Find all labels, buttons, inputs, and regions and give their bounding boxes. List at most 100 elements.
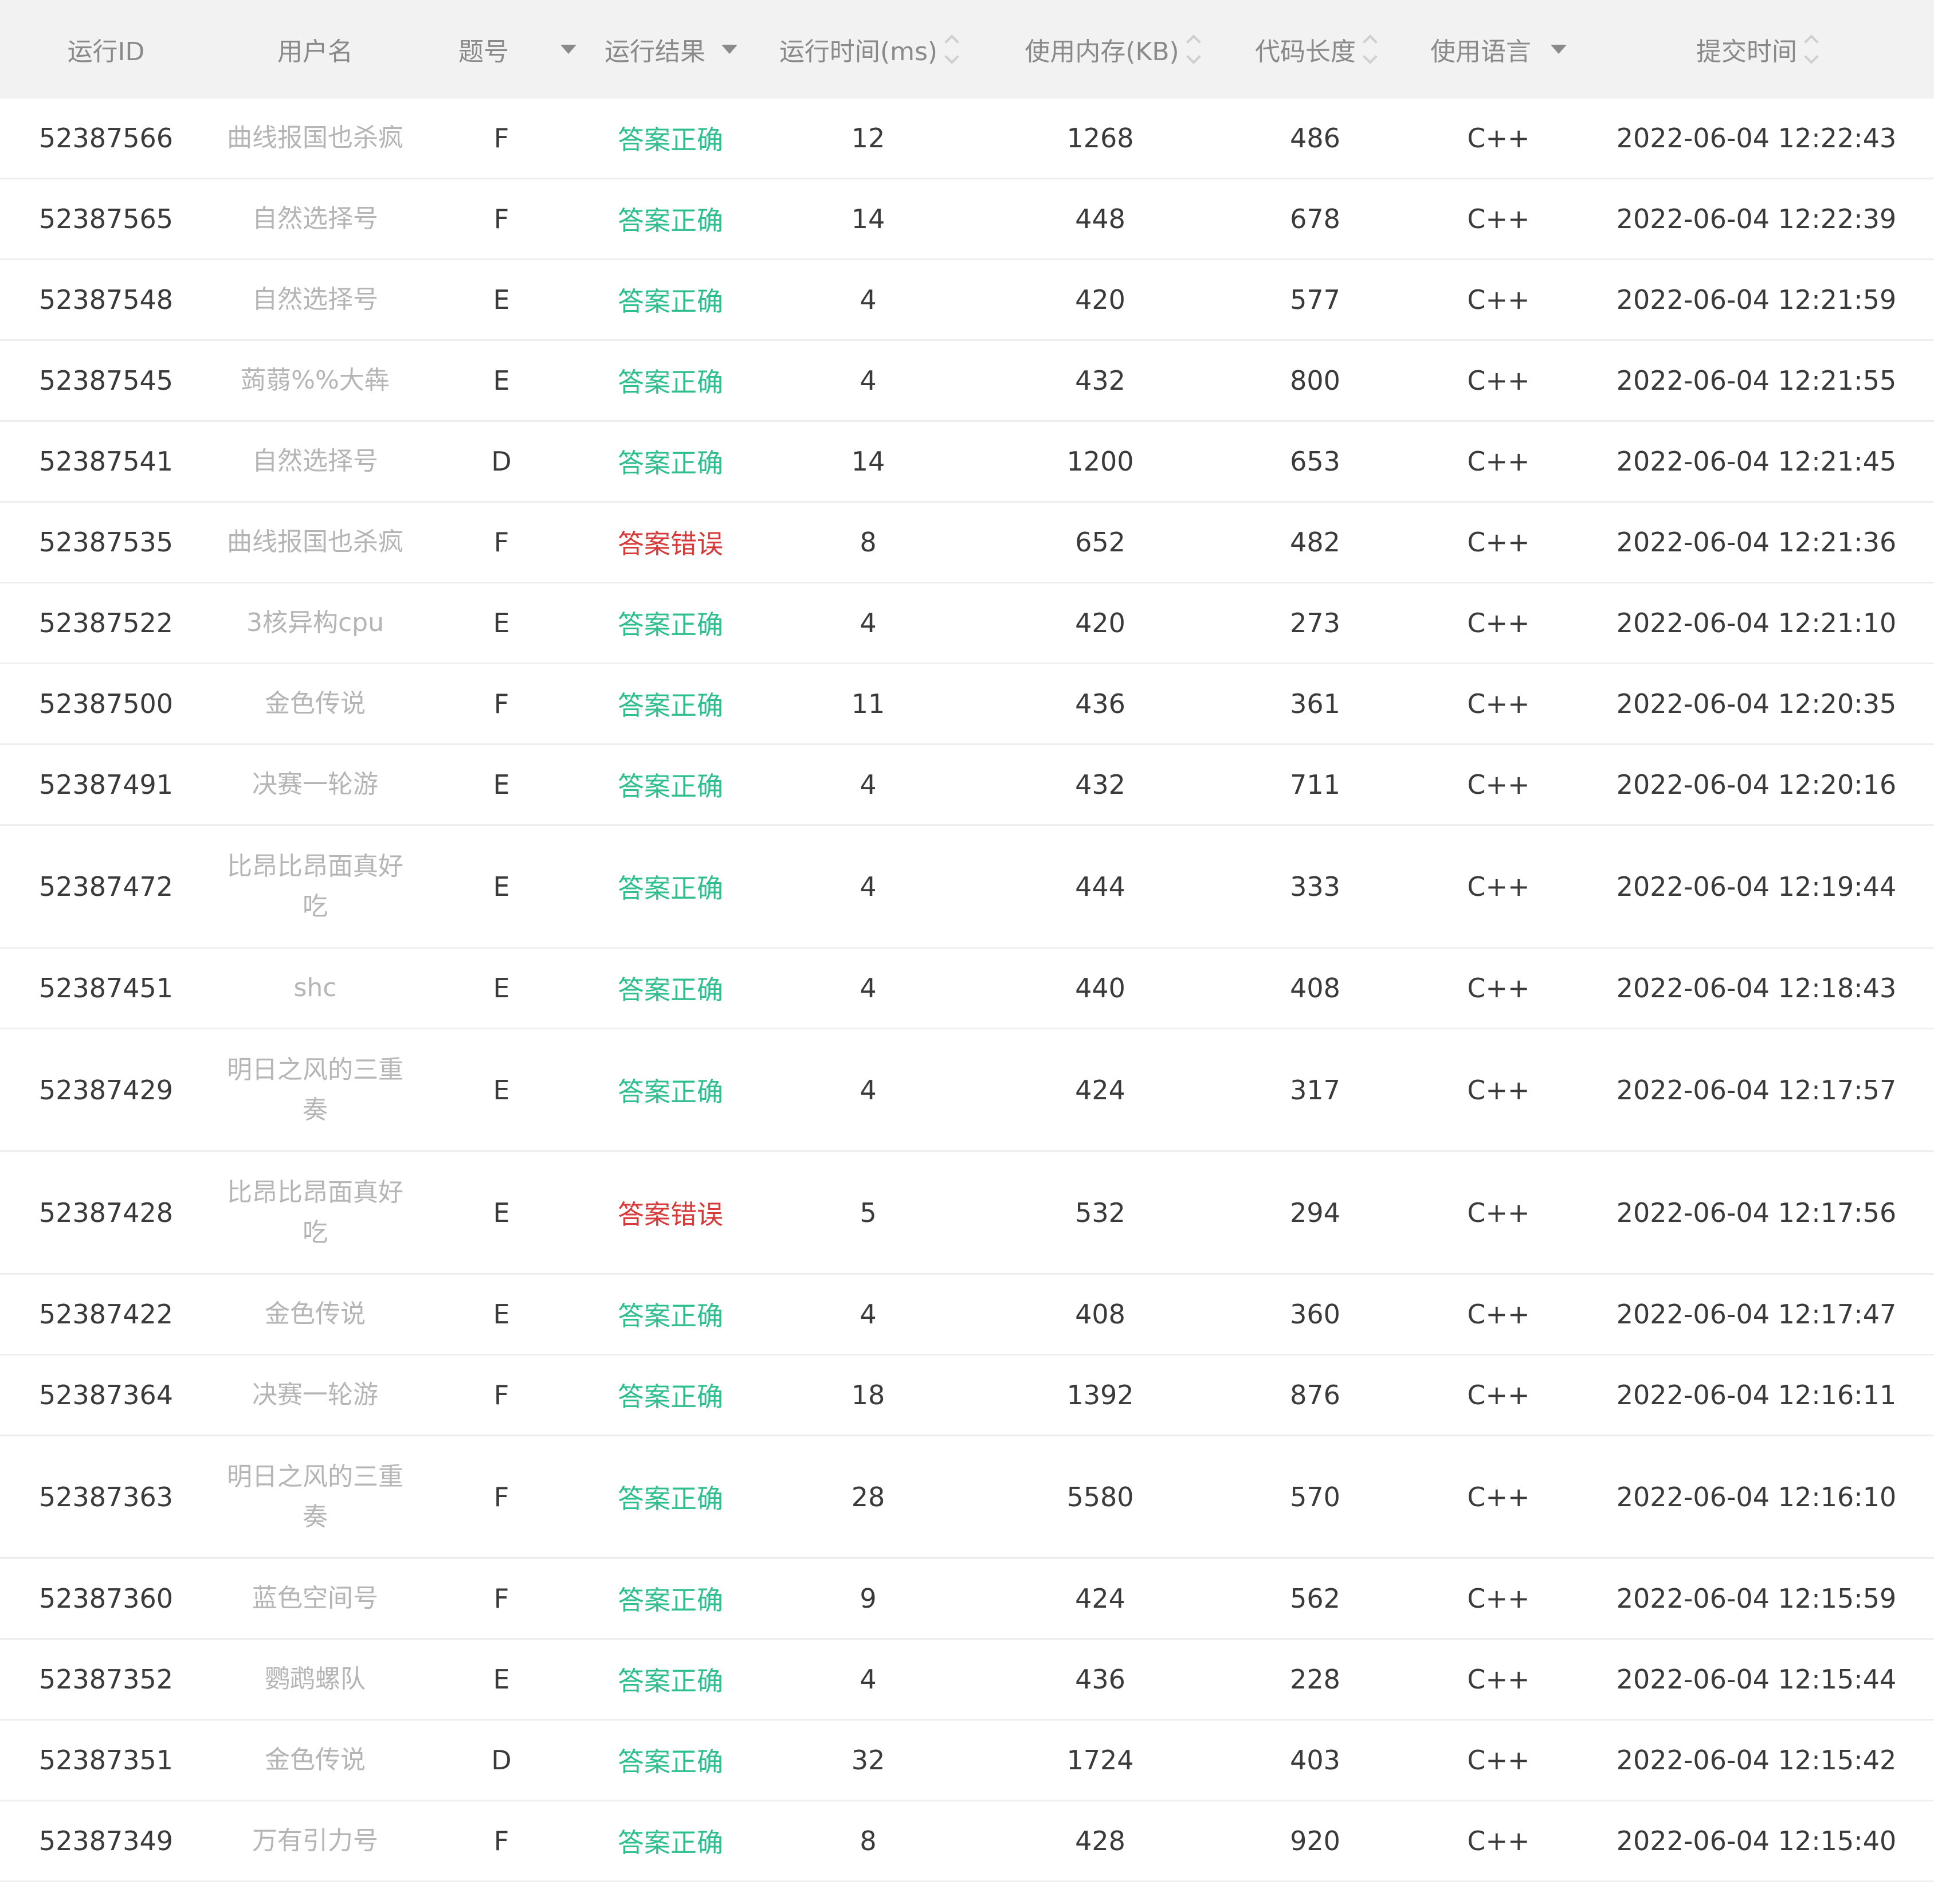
sort-icon[interactable]: [1186, 34, 1201, 64]
result-cell-text[interactable]: 答案正确: [618, 200, 723, 238]
result-cell[interactable]: 答案正确: [579, 1559, 762, 1638]
result-cell-text[interactable]: 答案正确: [618, 1295, 723, 1333]
username-cell-text[interactable]: 金色传说: [218, 1740, 413, 1780]
username-cell-text[interactable]: 自然选择号: [218, 441, 413, 481]
result-cell-text[interactable]: 答案正确: [618, 1376, 723, 1414]
table-row[interactable]: 52387451 shc E 答案正确 4 440 408 C++ 2022-06-04 12:…: [0, 949, 1934, 1029]
result-cell[interactable]: 答案正确: [579, 260, 762, 339]
column-header-language[interactable]: 使用语言: [1404, 0, 1593, 99]
result-cell-text[interactable]: 答案正确: [618, 969, 723, 1007]
username-cell[interactable]: 决赛一轮游: [218, 745, 413, 824]
result-cell[interactable]: 答案正确: [579, 1801, 762, 1881]
username-cell-text[interactable]: 比昂比昂面真好吃: [218, 1173, 413, 1253]
table-row[interactable]: 52387535 曲线报国也杀疯 F 答案错误 8 652 482 C++ 2022-06-04…: [0, 503, 1934, 583]
result-cell[interactable]: 答案正确: [579, 1355, 762, 1435]
username-cell[interactable]: 曲线报国也杀疯: [218, 503, 413, 582]
username-cell[interactable]: 蓝色空间号: [218, 1559, 413, 1638]
table-row[interactable]: 52387491 决赛一轮游 E 答案正确 4 432 711 C++ 2022-06-04 1…: [0, 745, 1934, 826]
result-cell[interactable]: 答案正确: [579, 583, 762, 663]
result-cell-text[interactable]: 答案正确: [618, 281, 723, 319]
table-row[interactable]: 52387364 决赛一轮游 F 答案正确 18 1392 876 C++ 2022-06-04…: [0, 1355, 1934, 1436]
result-cell-text[interactable]: 答案错误: [618, 523, 723, 561]
table-row[interactable]: 52387566 曲线报国也杀疯 F 答案正确 12 1268 486 C++ 2022-06-…: [0, 99, 1934, 179]
column-header-run-time[interactable]: 运行时间(ms): [762, 0, 974, 99]
username-cell-text[interactable]: 3核异构cpu: [218, 603, 413, 643]
username-cell[interactable]: 明日之风的三重奏: [218, 1436, 413, 1557]
table-row[interactable]: 52387429 明日之风的三重奏 E 答案正确 4 424 317 C++ 2022-06-0…: [0, 1029, 1934, 1152]
username-cell-text[interactable]: 鹦鹉螺队: [218, 1659, 413, 1699]
result-cell[interactable]: 答案正确: [579, 664, 762, 743]
result-cell[interactable]: 答案正确: [579, 99, 762, 178]
table-row[interactable]: 52387548 自然选择号 E 答案正确 4 420 577 C++ 2022-06-04 1…: [0, 260, 1934, 341]
result-cell[interactable]: 答案正确: [579, 341, 762, 420]
filter-dropdown-icon[interactable]: [560, 45, 576, 54]
result-cell-text[interactable]: 答案正确: [618, 1071, 723, 1109]
table-row[interactable]: 52387351 金色传说 D 答案正确 32 1724 403 C++ 2022-06-04 …: [0, 1721, 1934, 1801]
result-cell[interactable]: 答案正确: [579, 1029, 762, 1150]
table-row[interactable]: 52387522 3核异构cpu E 答案正确 4 420 273 C++ 2022-06-04…: [0, 583, 1934, 664]
result-cell[interactable]: 答案正确: [579, 179, 762, 258]
result-cell[interactable]: 答案正确: [579, 1275, 762, 1354]
table-row[interactable]: 52387541 自然选择号 D 答案正确 14 1200 653 C++ 2022-06-04…: [0, 422, 1934, 503]
username-cell[interactable]: 自然选择号: [218, 422, 413, 501]
result-cell[interactable]: 答案错误: [579, 1152, 762, 1273]
username-cell[interactable]: 比昂比昂面真好吃: [218, 826, 413, 947]
username-cell[interactable]: 金色传说: [218, 1721, 413, 1800]
username-cell-text[interactable]: 金色传说: [218, 1294, 413, 1334]
username-cell[interactable]: 比昂比昂面真好吃: [218, 1152, 413, 1273]
result-cell-text[interactable]: 答案正确: [618, 119, 723, 157]
result-cell-text[interactable]: 答案正确: [618, 1822, 723, 1860]
result-cell-text[interactable]: 答案错误: [618, 1194, 723, 1232]
username-cell-text[interactable]: shc: [218, 968, 413, 1008]
result-cell-text[interactable]: 答案正确: [618, 1660, 723, 1698]
username-cell-text[interactable]: 自然选择号: [218, 199, 413, 239]
table-row[interactable]: 52387349 万有引力号 F 答案正确 8 428 920 C++ 2022-06-04 1…: [0, 1801, 1934, 1882]
result-cell-text[interactable]: 答案正确: [618, 766, 723, 804]
username-cell-text[interactable]: 曲线报国也杀疯: [218, 522, 413, 562]
result-cell-text[interactable]: 答案正确: [618, 1580, 723, 1617]
username-cell-text[interactable]: 蒟蒻%%大犇: [218, 361, 413, 401]
result-cell[interactable]: 答案正确: [579, 1640, 762, 1719]
username-cell[interactable]: 3核异构cpu: [218, 583, 413, 663]
username-cell[interactable]: 万有引力号: [218, 1801, 413, 1881]
username-cell-text[interactable]: 自然选择号: [218, 280, 413, 320]
table-row[interactable]: 52387360 蓝色空间号 F 答案正确 9 424 562 C++ 2022-06-04 1…: [0, 1559, 1934, 1640]
filter-dropdown-icon[interactable]: [1551, 45, 1567, 54]
table-row[interactable]: 52387422 金色传说 E 答案正确 4 408 360 C++ 2022-06-04 12…: [0, 1275, 1934, 1355]
result-cell[interactable]: 答案错误: [579, 503, 762, 582]
username-cell[interactable]: 明日之风的三重奏: [218, 1029, 413, 1150]
username-cell-text[interactable]: 比昂比昂面真好吃: [218, 847, 413, 927]
sort-icon[interactable]: [944, 34, 959, 64]
result-cell[interactable]: 答案正确: [579, 745, 762, 824]
result-cell-text[interactable]: 答案正确: [618, 1741, 723, 1779]
username-cell[interactable]: shc: [218, 949, 413, 1028]
column-header-result[interactable]: 运行结果: [605, 0, 768, 99]
username-cell[interactable]: 曲线报国也杀疯: [218, 99, 413, 178]
username-cell[interactable]: 自然选择号: [218, 179, 413, 258]
column-header-code-length[interactable]: 代码长度: [1226, 0, 1404, 99]
username-cell[interactable]: 蒟蒻%%大犇: [218, 341, 413, 420]
column-header-memory[interactable]: 使用内存(KB): [986, 0, 1238, 99]
result-cell[interactable]: 答案正确: [579, 1436, 762, 1557]
username-cell[interactable]: 鹦鹉螺队: [218, 1640, 413, 1719]
result-cell[interactable]: 答案正确: [579, 1721, 762, 1800]
result-cell-text[interactable]: 答案正确: [618, 604, 723, 642]
table-row[interactable]: 52387565 自然选择号 F 答案正确 14 448 678 C++ 2022-06-04 …: [0, 179, 1934, 260]
result-cell[interactable]: 答案正确: [579, 949, 762, 1028]
username-cell[interactable]: 金色传说: [218, 664, 413, 743]
result-cell-text[interactable]: 答案正确: [618, 442, 723, 480]
table-row[interactable]: 52387352 鹦鹉螺队 E 答案正确 4 436 228 C++ 2022-06-04 12…: [0, 1640, 1934, 1721]
table-row[interactable]: 52387428 比昂比昂面真好吃 E 答案错误 5 532 294 C++ 2022-06-0…: [0, 1152, 1934, 1275]
filter-dropdown-icon[interactable]: [721, 45, 737, 54]
username-cell[interactable]: 自然选择号: [218, 260, 413, 339]
result-cell-text[interactable]: 答案正确: [618, 685, 723, 723]
result-cell[interactable]: 答案正确: [579, 422, 762, 501]
column-header-submit-time[interactable]: 提交时间: [1593, 0, 1920, 99]
sort-icon[interactable]: [1804, 34, 1819, 64]
table-row[interactable]: 52387500 金色传说 F 答案正确 11 436 361 C++ 2022-06-04 1…: [0, 664, 1934, 745]
username-cell[interactable]: 金色传说: [218, 1275, 413, 1354]
username-cell[interactable]: 决赛一轮游: [218, 1355, 413, 1435]
table-row[interactable]: 52387472 比昂比昂面真好吃 E 答案正确 4 444 333 C++ 2022-06-0…: [0, 826, 1934, 949]
table-row[interactable]: 52387363 明日之风的三重奏 F 答案正确 28 5580 570 C++ 2022-06…: [0, 1436, 1934, 1559]
result-cell-text[interactable]: 答案正确: [618, 362, 723, 399]
